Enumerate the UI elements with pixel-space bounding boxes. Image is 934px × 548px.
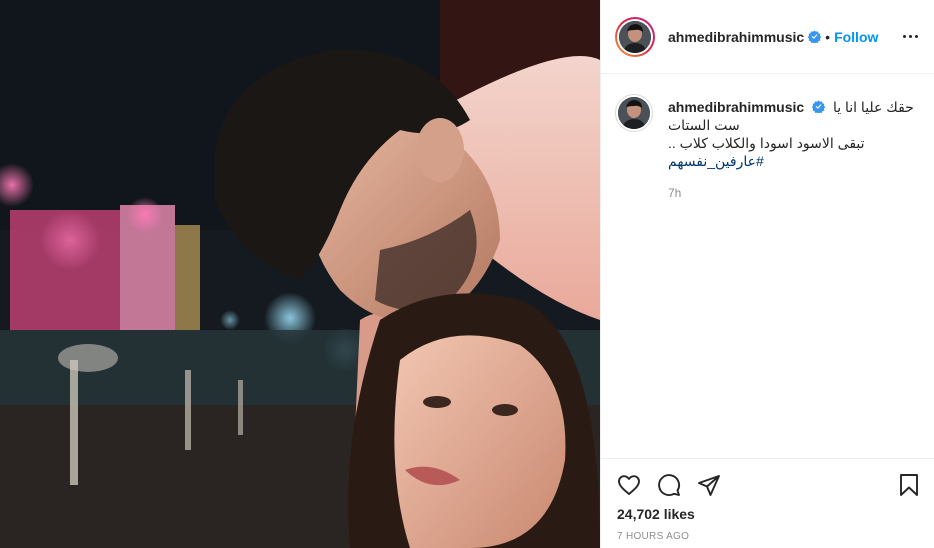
verified-badge-icon <box>808 30 822 43</box>
caption-hashtag-link[interactable]: #عارفين_نفسهم <box>668 152 918 170</box>
caption-verified-badge-icon <box>812 100 826 113</box>
avatar-ring-inner <box>617 18 653 55</box>
caption-line-1: حقك عليا انا يا <box>832 99 914 115</box>
more-options-icon[interactable] <box>903 28 919 44</box>
comment-icon[interactable] <box>657 473 681 497</box>
caption-avatar[interactable] <box>618 97 650 129</box>
photo-illustration <box>0 0 600 548</box>
post-sidebar: ahmedibrahimmusic • Follow ahmedibrahimm… <box>600 0 934 548</box>
avatar-story-ring[interactable] <box>615 16 655 57</box>
share-icon[interactable] <box>697 473 721 497</box>
caption-username[interactable]: ahmedibrahimmusic <box>668 99 804 115</box>
caption-timestamp[interactable]: 7h <box>668 184 918 202</box>
avatar[interactable] <box>619 20 651 53</box>
caption-line-2: ست الستات <box>668 117 740 133</box>
bookmark-icon[interactable] <box>897 473 921 497</box>
post-header: ahmedibrahimmusic • Follow <box>601 0 934 74</box>
likes-count[interactable]: 24,702 likes <box>617 506 695 522</box>
caption-line-3: تبقى الاسود اسودا والكلاب كلاب .. <box>668 135 865 151</box>
caption-avatar-ring[interactable] <box>615 94 653 132</box>
header-separator: • <box>825 28 831 45</box>
caption-avatar-image <box>618 97 650 129</box>
follow-button[interactable]: Follow <box>834 29 878 45</box>
heart-icon[interactable] <box>617 473 641 497</box>
header-username[interactable]: ahmedibrahimmusic <box>668 29 804 45</box>
instagram-post: ahmedibrahimmusic • Follow ahmedibrahimm… <box>0 0 934 548</box>
post-photo[interactable] <box>0 0 600 548</box>
caption-body: ahmedibrahimmusic حقك عليا انا يا ست الس… <box>668 98 918 202</box>
post-timestamp[interactable]: 7 HOURS AGO <box>617 531 689 542</box>
avatar-image <box>619 20 651 53</box>
action-bar: 24,702 likes 7 HOURS AGO <box>601 458 934 548</box>
